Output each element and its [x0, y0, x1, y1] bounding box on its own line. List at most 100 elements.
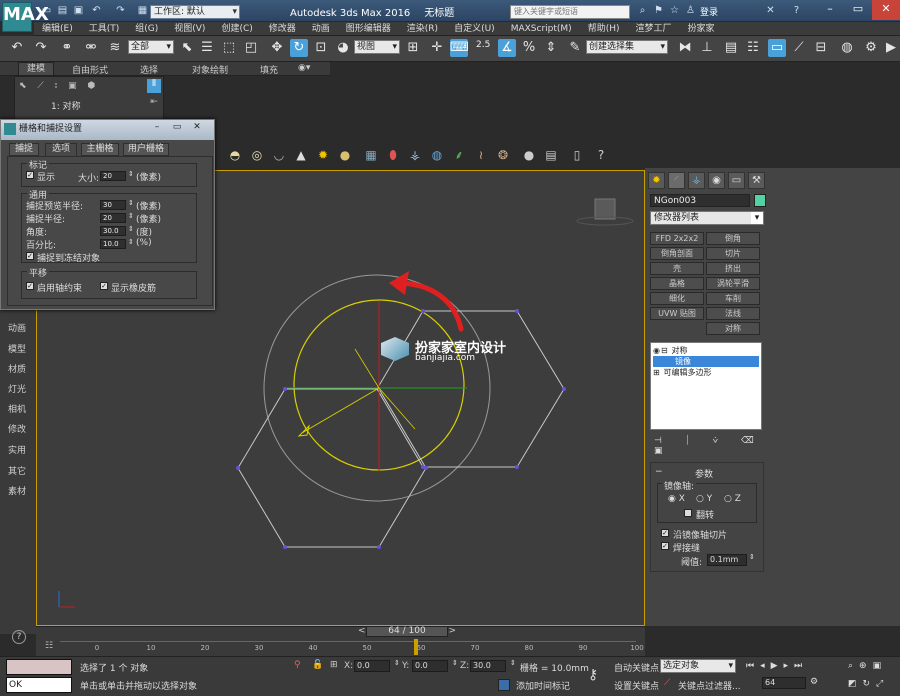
- dialog-maximize-button[interactable]: ▭: [168, 122, 186, 136]
- absolute-mode-icon[interactable]: ⊞: [330, 660, 338, 670]
- user-icon[interactable]: ♙: [684, 5, 697, 17]
- login-link[interactable]: 登录: [700, 5, 718, 18]
- z-spinner-icon[interactable]: ⇕: [510, 659, 516, 667]
- rotate-icon[interactable]: ↻: [290, 39, 308, 57]
- link-icon[interactable]: ⚭: [58, 39, 76, 57]
- left-tab-other[interactable]: 其它: [2, 463, 32, 481]
- tab-freeform[interactable]: 自由形式: [72, 63, 108, 76]
- mirror-icon[interactable]: ⧓: [676, 39, 694, 57]
- sun-icon[interactable]: ✹: [314, 146, 332, 164]
- axis-y-radio[interactable]: ○ Y: [696, 494, 712, 504]
- grid-pattern-icon[interactable]: ▦: [362, 146, 380, 164]
- set-key-button[interactable]: 设置关键点: [614, 679, 659, 692]
- isolate-icon[interactable]: ⚲: [294, 660, 301, 670]
- rollout-collapse-icon[interactable]: −: [655, 467, 663, 477]
- left-tab-animation[interactable]: 动画: [2, 320, 32, 338]
- motion-tab-icon[interactable]: ◉: [708, 172, 725, 189]
- axis-constraints-checkbox[interactable]: ✓: [26, 282, 34, 290]
- key-icon[interactable]: ⚷: [588, 667, 598, 683]
- modifier-button-normal[interactable]: 法线: [706, 307, 760, 320]
- keyboard-shortcut-icon[interactable]: ⌨: [450, 39, 469, 57]
- tab-populate[interactable]: 填充: [260, 63, 278, 76]
- snap-radius-spinner-icon[interactable]: ⇕: [128, 212, 134, 220]
- modifier-list-dropdown[interactable]: 修改器列表 ▾: [650, 211, 764, 225]
- x-spinner-icon[interactable]: ⇕: [394, 659, 400, 667]
- slice-checkbox[interactable]: ✓: [661, 529, 669, 537]
- unlink-icon[interactable]: ⚮: [82, 39, 100, 57]
- globe-icon[interactable]: ◍: [428, 146, 446, 164]
- menu-maxscript[interactable]: MAXScript(M): [503, 22, 580, 36]
- menu-rendering[interactable]: 渲染(R): [399, 22, 446, 36]
- display-checkbox[interactable]: ✓: [26, 171, 34, 179]
- modifier-stack[interactable]: ◉⊟ 对称 镜像 ⊞ 可编辑多边形: [650, 342, 762, 430]
- modifier-button-lathe[interactable]: 车削: [706, 292, 760, 305]
- utilities-tab-icon[interactable]: ⚒: [748, 172, 765, 189]
- lock-selection-icon[interactable]: 🔓: [312, 660, 323, 670]
- key-filters-button[interactable]: 关键点过滤器...: [678, 679, 741, 692]
- modifier-button-ffd[interactable]: FFD 2x2x2: [650, 232, 704, 245]
- window-crossing-icon[interactable]: ◰: [242, 39, 260, 57]
- y-coordinate-field[interactable]: 0.0: [412, 660, 448, 672]
- menu-edit[interactable]: 编辑(E): [34, 22, 81, 36]
- scene-explorer-icon[interactable]: ▤: [722, 39, 740, 57]
- angle-snap-icon[interactable]: ∡: [498, 39, 516, 57]
- modifier-button-turbosmooth[interactable]: 涡轮平滑: [706, 277, 760, 290]
- menu-render-factory[interactable]: 渲梦工厂: [627, 22, 679, 36]
- exchange-icon[interactable]: ✕: [764, 5, 777, 17]
- menu-views[interactable]: 视图(V): [166, 22, 213, 36]
- phone-icon[interactable]: ▯: [568, 146, 586, 164]
- search-input[interactable]: 键入关键字或短语: [510, 5, 630, 19]
- pill-icon[interactable]: ⬮: [384, 146, 402, 164]
- render-icon[interactable]: ▶: [882, 39, 900, 57]
- cone-icon[interactable]: ▲: [292, 146, 310, 164]
- ribbon-options-icon[interactable]: ◉▾: [298, 63, 310, 73]
- select-by-name-icon[interactable]: ☰: [198, 39, 216, 57]
- tripod-icon[interactable]: ⚶: [406, 146, 424, 164]
- table-icon[interactable]: ▤: [542, 146, 560, 164]
- snap-radius-field[interactable]: 20: [100, 213, 126, 223]
- dialog-close-button[interactable]: ✕: [188, 122, 206, 136]
- axis-x-radio[interactable]: ◉ X: [668, 494, 685, 504]
- left-tab-modify[interactable]: 修改: [2, 421, 32, 439]
- percent-field[interactable]: 10.0: [100, 239, 126, 249]
- x-coordinate-field[interactable]: 0.0: [354, 660, 390, 672]
- help-icon[interactable]: ?: [592, 146, 610, 164]
- time-tag-icon[interactable]: [498, 679, 510, 691]
- tab-selection[interactable]: 选择: [140, 63, 158, 76]
- dome-icon[interactable]: ◓: [226, 146, 244, 164]
- menu-create[interactable]: 创建(C): [213, 22, 260, 36]
- rubber-band-checkbox[interactable]: ✓: [100, 282, 108, 290]
- preview-radius-field[interactable]: 30: [100, 200, 126, 210]
- snap-frozen-checkbox[interactable]: ✓: [26, 252, 34, 260]
- bowl-icon[interactable]: ◡: [270, 146, 288, 164]
- schematic-view-icon[interactable]: ⊟: [812, 39, 830, 57]
- modifier-button-extrude[interactable]: 挤出: [706, 262, 760, 275]
- selection-filter-dropdown[interactable]: 全部 ▾: [128, 40, 174, 54]
- left-tab-utility[interactable]: 实用: [2, 442, 32, 460]
- named-selection-dropdown[interactable]: 创建选择集 ▾: [586, 40, 668, 54]
- sphere-icon[interactable]: ●: [520, 146, 538, 164]
- bind-spacewarp-icon[interactable]: ≋: [106, 39, 124, 57]
- project-icon[interactable]: ▦: [136, 5, 149, 17]
- snap-toggle-value[interactable]: 2.5: [476, 40, 490, 50]
- auto-key-button[interactable]: 自动关键点: [614, 661, 659, 674]
- percent-spinner-icon[interactable]: ⇕: [128, 238, 134, 246]
- percent-snap-icon[interactable]: %: [520, 39, 538, 57]
- workspace-dropdown[interactable]: 工作区: 默认 ▾: [150, 5, 240, 19]
- stack-tools[interactable]: ⊣ ⏐ ⩒ ⌫ ▣: [654, 436, 764, 456]
- lightbulb-icon[interactable]: ◉: [653, 345, 661, 356]
- display-tab-icon[interactable]: ▭: [728, 172, 745, 189]
- help-icon[interactable]: ?: [12, 630, 26, 644]
- menu-animation[interactable]: 动画: [304, 22, 338, 36]
- viewport-nav-top[interactable]: ⌕⊕▣: [848, 661, 898, 671]
- expand-icon[interactable]: ⊞: [653, 367, 661, 378]
- left-tab-assets[interactable]: 素材: [2, 483, 32, 501]
- track-bar-icon[interactable]: ☷: [42, 641, 56, 653]
- menu-banjiajia[interactable]: 扮家家: [680, 22, 723, 36]
- weld-checkbox[interactable]: ✓: [661, 542, 669, 550]
- hair-icon[interactable]: ≀: [472, 146, 490, 164]
- minimize-button[interactable]: –: [816, 0, 844, 20]
- curve-editor-icon[interactable]: ⟋: [790, 39, 808, 57]
- time-slider[interactable]: < 64 / 100 >: [358, 626, 456, 637]
- left-tab-material[interactable]: 材质: [2, 361, 32, 379]
